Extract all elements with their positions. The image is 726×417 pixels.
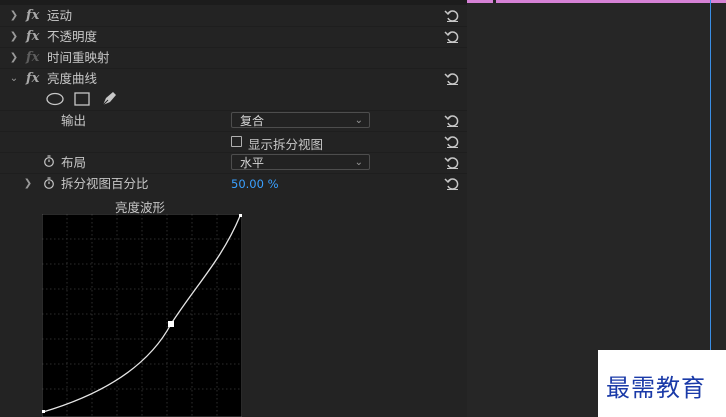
watermark-text: 最需教育 [606, 374, 706, 402]
luma-curve-graph[interactable] [42, 214, 242, 417]
effect-label: 亮度曲线 [47, 71, 98, 86]
rectangle-mask-icon[interactable] [74, 92, 90, 106]
output-dropdown[interactable]: 复合 ⌄ [231, 112, 370, 128]
effect-label: 运动 [47, 8, 73, 23]
reset-icon[interactable] [444, 9, 460, 23]
chevron-right-icon[interactable]: ❯ [8, 30, 20, 44]
fx-icon[interactable]: fx [26, 71, 39, 86]
reset-icon[interactable] [444, 72, 460, 86]
chevron-right-icon[interactable]: ❯ [8, 51, 20, 65]
curve-endpoint [239, 214, 242, 217]
chevron-down-icon: ⌄ [354, 157, 363, 168]
reset-icon[interactable] [444, 156, 460, 170]
layout-label: 布局 [61, 155, 87, 170]
effect-row-opacity[interactable]: ❯ fx 不透明度 [0, 26, 467, 47]
stopwatch-icon[interactable] [43, 155, 55, 167]
panel-top-strip [0, 0, 467, 5]
reset-icon[interactable] [444, 30, 460, 44]
split-view-checkbox[interactable] [231, 136, 242, 147]
output-value: 复合 [240, 114, 265, 128]
ellipse-mask-icon[interactable] [46, 92, 64, 106]
chevron-right-icon[interactable]: ❯ [22, 177, 34, 191]
curve-endpoint [42, 410, 45, 413]
chevron-down-icon: ⌄ [354, 115, 363, 126]
effect-row-luma-curve[interactable]: ⌄ fx 亮度曲线 [0, 68, 467, 89]
reset-icon[interactable] [444, 114, 460, 128]
clip-marker [493, 0, 496, 3]
effect-label: 不透明度 [47, 29, 98, 44]
split-view-label: 显示拆分视图 [248, 137, 324, 152]
fx-icon[interactable]: fx [26, 8, 39, 23]
chevron-down-icon[interactable]: ⌄ [8, 72, 20, 86]
fx-icon[interactable]: fx [26, 50, 39, 65]
split-percent-label: 拆分视图百分比 [61, 176, 149, 191]
mask-shape-tools [46, 92, 126, 108]
curve-point [168, 321, 174, 327]
watermark: 最需教育 [598, 350, 726, 417]
layout-dropdown[interactable]: 水平 ⌄ [231, 154, 370, 170]
chevron-right-icon[interactable]: ❯ [8, 9, 20, 23]
output-label: 输出 [61, 113, 87, 128]
reset-icon[interactable] [444, 135, 460, 149]
split-percent-value[interactable]: 50.00 % [231, 177, 279, 191]
effect-controls-panel: ❯ fx 运动 ❯ fx 不透明度 ❯ fx 时间重映射 ⌄ fx 亮度曲线 输… [0, 0, 467, 417]
fx-icon[interactable]: fx [26, 29, 39, 44]
effect-row-time-remapping[interactable]: ❯ fx 时间重映射 [0, 47, 467, 68]
layout-value: 水平 [240, 156, 265, 170]
stopwatch-icon[interactable] [43, 177, 55, 189]
effect-row-motion[interactable]: ❯ fx 运动 [0, 6, 467, 26]
effect-label: 时间重映射 [47, 50, 110, 65]
pen-mask-icon[interactable] [100, 91, 118, 107]
reset-icon[interactable] [444, 177, 460, 191]
clip-bar[interactable] [467, 0, 726, 3]
